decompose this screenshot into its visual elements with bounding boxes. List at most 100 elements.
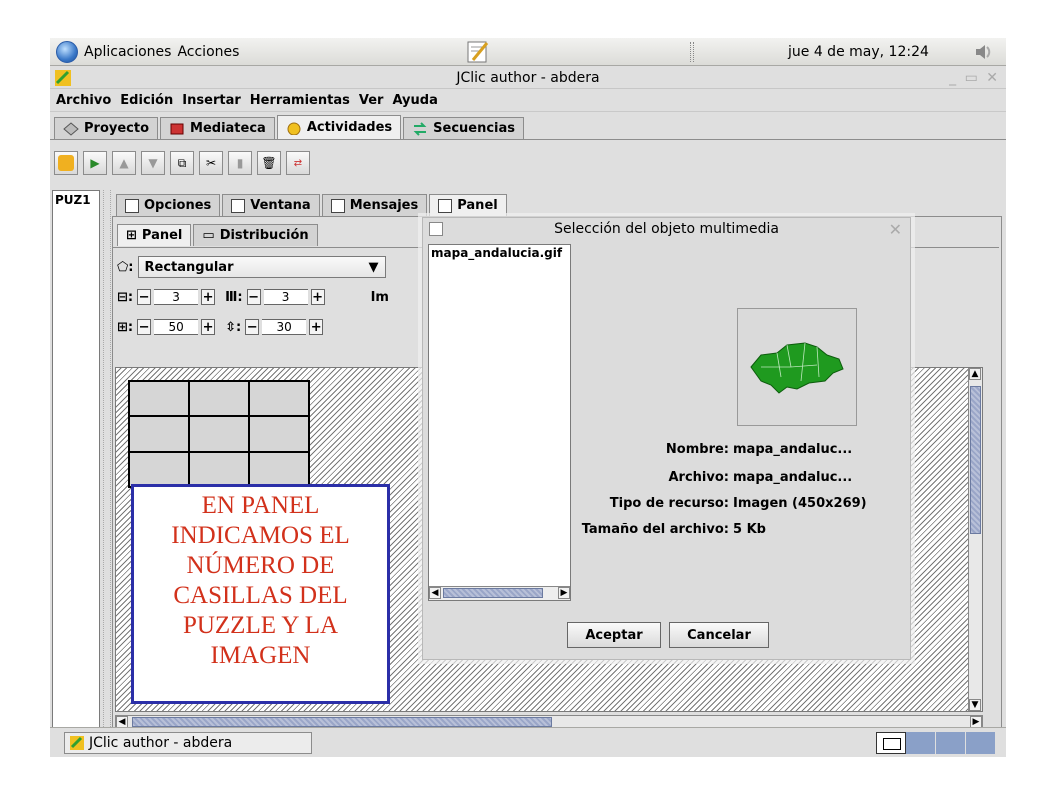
panel-icon	[438, 198, 453, 213]
file-list[interactable]: mapa_andalucia.gif ◀ ▶	[428, 244, 571, 601]
tab-panel[interactable]: Panel	[429, 194, 507, 216]
chevron-down-icon: ▼	[368, 259, 379, 275]
grid-cell	[189, 416, 249, 452]
splitter-handle[interactable]	[103, 190, 111, 743]
cut-button[interactable]: ✂	[199, 151, 223, 175]
scroll-left-icon[interactable]: ◀	[429, 587, 441, 599]
list-item[interactable]: PUZ1	[53, 191, 99, 209]
cancel-button[interactable]: Cancelar	[669, 622, 769, 648]
height-value[interactable]: 30	[262, 319, 307, 335]
tab-inner-panel[interactable]: ⊞ Panel	[117, 224, 192, 246]
workspace-1[interactable]	[876, 732, 906, 754]
width-stepper[interactable]: − 50 +	[137, 319, 216, 335]
workspace-2[interactable]	[906, 732, 936, 754]
tab-mediateca[interactable]: Mediateca	[160, 117, 275, 139]
list-item[interactable]: mapa_andalucia.gif	[429, 245, 570, 261]
grid-icon: ⊞	[126, 228, 137, 243]
window-controls[interactable]: _ ▭ ✕	[949, 70, 1000, 86]
workspace-4[interactable]	[966, 732, 996, 754]
tab-actividades[interactable]: Actividades	[276, 115, 402, 139]
tab-ventana-label: Ventana	[250, 198, 311, 213]
tab-distribucion[interactable]: ▭ Distribución	[193, 224, 318, 246]
shape-row: ⬠: Rectangular ▼	[117, 256, 386, 278]
tab-mensajes[interactable]: Mensajes	[321, 194, 428, 216]
width-value[interactable]: 50	[154, 319, 199, 335]
volume-icon[interactable]	[972, 41, 994, 63]
horizontal-scroll-thumb[interactable]	[132, 717, 552, 727]
menu-ayuda[interactable]: Ayuda	[392, 93, 437, 108]
bottom-panel: JClic author - abdera	[50, 727, 1006, 757]
grid-cell	[189, 451, 249, 487]
tab-opciones[interactable]: Opciones	[116, 194, 221, 216]
rows-value[interactable]: 3	[154, 289, 199, 305]
move-down-button[interactable]: ▼	[141, 151, 165, 175]
activities-icon	[287, 122, 301, 135]
scissors-icon: ✂	[205, 156, 217, 170]
paste-button[interactable]: ▮	[228, 151, 252, 175]
accept-button[interactable]: Aceptar	[567, 622, 661, 648]
shape-icon: ⬠:	[117, 259, 134, 275]
height-stepper[interactable]: − 30 +	[245, 319, 324, 335]
actions-menu[interactable]: Acciones	[177, 44, 239, 60]
scroll-right-icon[interactable]: ▶	[558, 587, 570, 599]
taskbar-button[interactable]: JClic author - abdera	[64, 732, 312, 754]
rows-decrement-button[interactable]: −	[137, 289, 152, 305]
rows-stepper[interactable]: − 3 +	[137, 289, 216, 305]
gnome-menu-icon[interactable]	[56, 40, 78, 63]
vertical-scroll-thumb[interactable]	[970, 386, 981, 534]
height-icon: ⇳:	[225, 319, 242, 335]
delete-button[interactable]: 🗑	[257, 151, 281, 175]
info-key: Archivo:	[668, 470, 730, 485]
info-key: Nombre:	[665, 442, 729, 457]
grid-cell	[129, 416, 189, 452]
width-increment-button[interactable]: +	[201, 319, 216, 335]
cols-decrement-button[interactable]: −	[246, 289, 261, 305]
tab-secuencias[interactable]: Secuencias	[403, 117, 525, 139]
menu-edicion[interactable]: Edición	[120, 93, 173, 108]
scroll-down-icon[interactable]: ▼	[969, 699, 981, 711]
panel-clock[interactable]: jue 4 de may, 12:24	[788, 44, 929, 60]
tab-mensajes-label: Mensajes	[349, 198, 419, 213]
cols-value[interactable]: 3	[263, 289, 308, 305]
scroll-up-icon[interactable]: ▲	[969, 368, 981, 380]
copy-button[interactable]: ⧉	[170, 151, 194, 175]
menu-herramientas[interactable]: Herramientas	[250, 93, 350, 108]
arrange-button[interactable]: ⇄	[286, 151, 310, 175]
height-increment-button[interactable]: +	[309, 319, 324, 335]
info-key: Tipo de recurso:	[609, 496, 729, 511]
width-decrement-button[interactable]: −	[137, 319, 152, 335]
inner-tabs: ⊞ Panel ▭ Distribución	[117, 224, 320, 246]
menu-archivo[interactable]: Archivo	[56, 93, 111, 108]
workspace-3[interactable]	[936, 732, 966, 754]
file-list-scrollbar[interactable]: ◀ ▶	[429, 586, 570, 600]
workspace-switcher[interactable]	[876, 732, 996, 754]
cols-increment-button[interactable]: +	[310, 289, 325, 305]
move-up-button[interactable]: ▲	[112, 151, 136, 175]
tab-ventana[interactable]: Ventana	[222, 194, 320, 216]
main-tabs: Proyecto Mediateca Actividades Secuencia…	[54, 115, 526, 140]
applications-menu[interactable]: Aplicaciones	[84, 44, 171, 60]
play-button[interactable]: ▶	[83, 151, 107, 175]
copy-icon: ⧉	[177, 155, 187, 170]
taskbar-label: JClic author - abdera	[89, 735, 233, 751]
media-selection-dialog: Selección del objeto multimedia ✕ mapa_a…	[422, 217, 911, 660]
file-list-scroll-thumb[interactable]	[443, 588, 543, 598]
image-preview	[737, 308, 857, 426]
new-activity-button[interactable]	[54, 151, 78, 175]
menu-bar: Archivo Edición Insertar Herramientas Ve…	[50, 90, 1006, 112]
menu-ver[interactable]: Ver	[359, 93, 384, 108]
close-icon[interactable]: ✕	[889, 220, 902, 239]
height-decrement-button[interactable]: −	[245, 319, 260, 335]
shape-select[interactable]: Rectangular ▼	[137, 256, 386, 278]
activity-list[interactable]: PUZ1	[52, 190, 100, 743]
menu-insertar[interactable]: Insertar	[182, 93, 240, 108]
tab-proyecto[interactable]: Proyecto	[54, 117, 159, 139]
info-value: mapa_andaluc...	[733, 442, 853, 457]
rows-increment-button[interactable]: +	[201, 289, 216, 305]
window-titlebar[interactable]: JClic author - abdera _ ▭ ✕	[50, 67, 1006, 89]
puzzle-grid	[128, 380, 310, 488]
new-activity-icon	[58, 155, 74, 171]
cols-stepper[interactable]: − 3 +	[246, 289, 325, 305]
text-editor-launcher-icon[interactable]	[465, 40, 491, 64]
vertical-scrollbar[interactable]: ▲ ▼	[968, 368, 982, 711]
